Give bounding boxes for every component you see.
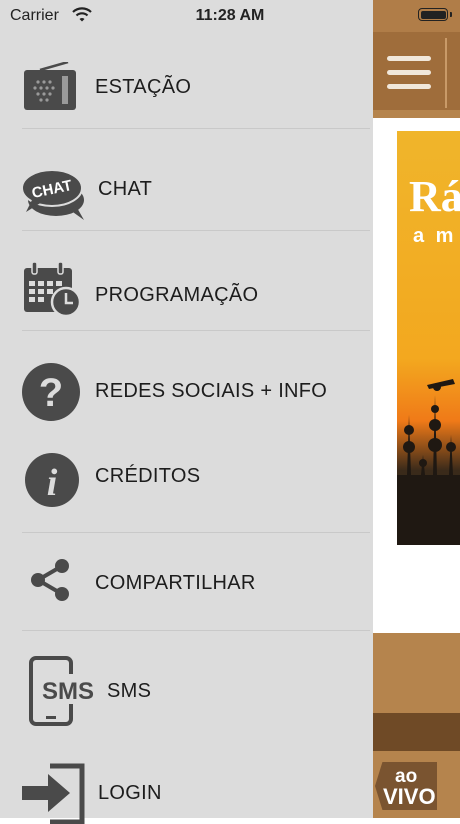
chat-bubble-icon: CHAT — [21, 169, 84, 220]
info-icon: i — [25, 453, 79, 507]
topbar-divider — [445, 38, 447, 108]
hamburger-menu-icon[interactable] — [387, 56, 431, 90]
plant-silhouette-icon — [397, 379, 460, 545]
menu-item-label: CRÉDITOS — [95, 465, 201, 487]
svg-text:?: ? — [39, 371, 63, 415]
menu-item-chat[interactable]: CHAT CHAT — [0, 130, 373, 230]
svg-text:i: i — [47, 462, 58, 504]
status-time: 11:28 AM — [195, 7, 265, 24]
menu-item-label: COMPARTILHAR — [95, 572, 256, 594]
menu-item-label: SMS — [107, 680, 152, 702]
status-bar: Carrier 11:28 AM — [0, 0, 460, 32]
menu-item-programacao[interactable]: PROGRAMAÇÃO — [0, 232, 373, 330]
question-icon: ? — [22, 363, 80, 421]
main-content: Rá a m ao VIVO — [373, 0, 460, 818]
login-arrow-icon — [22, 763, 85, 824]
side-drawer-menu: ESTAÇÃO CHAT CHAT PROGRAMAÇÃO ? REDES SO… — [0, 0, 373, 824]
sms-phone-icon: SMS — [29, 656, 96, 726]
menu-item-sms[interactable]: SMS SMS — [0, 632, 373, 742]
menu-item-creditos[interactable]: i CRÉDITOS — [0, 432, 373, 532]
player-stripe — [373, 713, 460, 751]
banner-title: Rá — [409, 172, 460, 221]
radio-icon — [24, 62, 76, 110]
live-badge-line2: VIVO — [383, 784, 436, 809]
menu-divider — [22, 532, 370, 533]
menu-divider — [22, 630, 370, 631]
battery-icon — [418, 8, 452, 21]
menu-item-estacao[interactable]: ESTAÇÃO — [0, 50, 373, 128]
menu-item-label: ESTAÇÃO — [95, 76, 192, 98]
menu-item-label: LOGIN — [98, 782, 162, 804]
menu-item-login[interactable]: LOGIN — [0, 742, 373, 824]
live-badge[interactable]: ao VIVO — [373, 762, 460, 818]
menu-item-label: REDES SOCIAIS + INFO — [95, 380, 328, 402]
player-bar — [373, 633, 460, 713]
menu-item-compartilhar[interactable]: COMPARTILHAR — [0, 534, 373, 630]
menu-divider — [22, 128, 370, 129]
station-banner-image: Rá a m — [397, 131, 460, 545]
banner-subtitle: a m — [413, 225, 457, 247]
menu-item-label: CHAT — [98, 178, 153, 200]
menu-item-label: PROGRAMAÇÃO — [95, 284, 259, 306]
calendar-clock-icon — [24, 262, 82, 318]
share-icon — [31, 559, 69, 601]
sms-icon-text: SMS — [42, 678, 94, 705]
menu-divider — [22, 330, 370, 331]
menu-item-redes-sociais[interactable]: ? REDES SOCIAIS + INFO — [0, 332, 373, 432]
menu-divider — [22, 230, 370, 231]
